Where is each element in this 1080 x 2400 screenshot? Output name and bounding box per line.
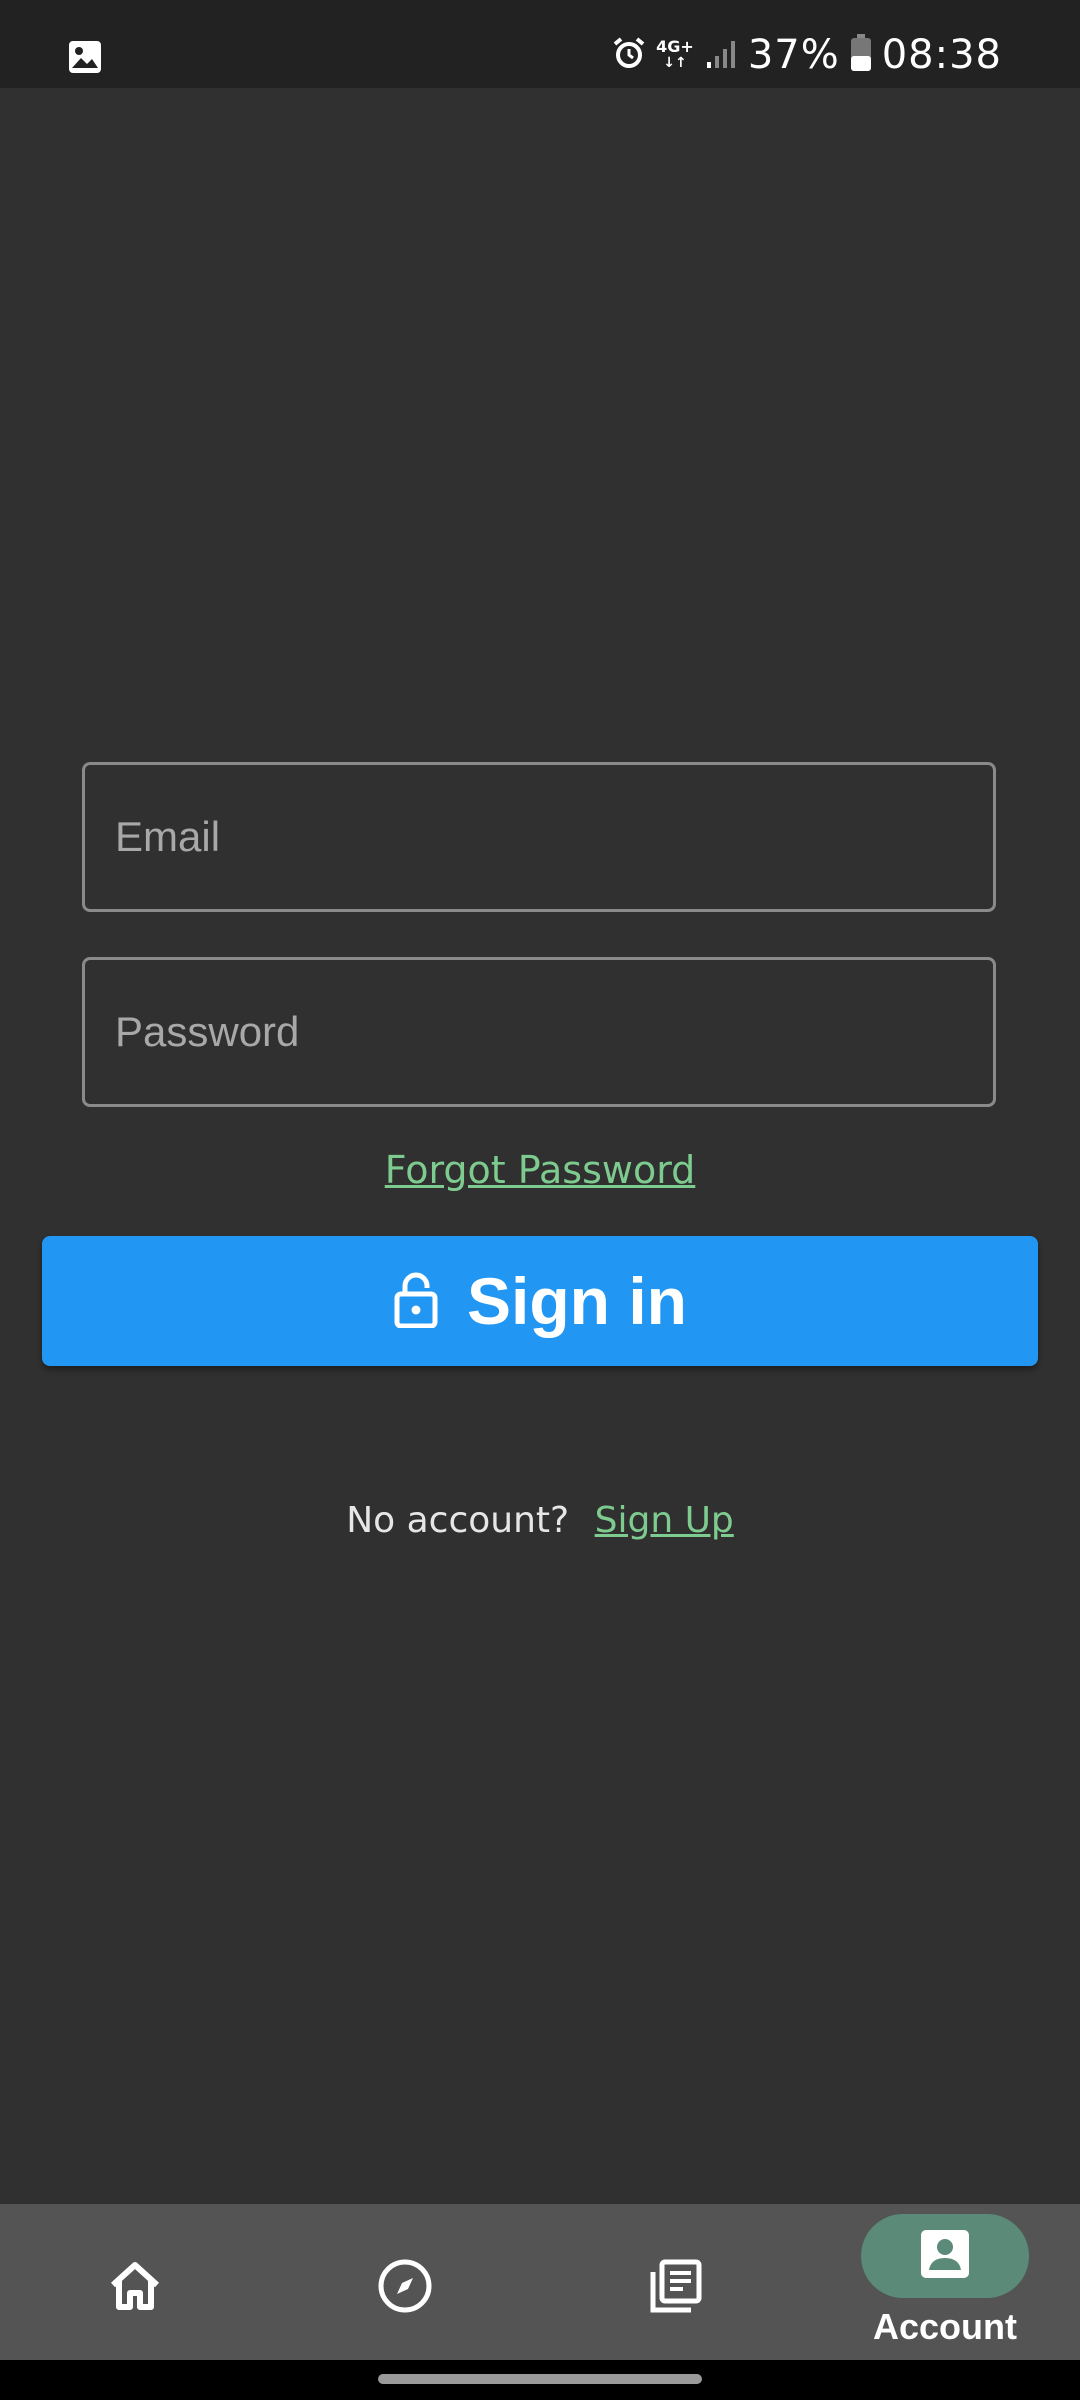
clock: 08:38 bbox=[881, 32, 1002, 78]
signup-row: No account? Sign Up bbox=[0, 1500, 1080, 1541]
status-icons: 4G+ ↓↑ 37% 08:38 bbox=[612, 30, 1002, 80]
email-field[interactable] bbox=[82, 762, 996, 912]
nav-account[interactable]: Account bbox=[810, 2204, 1080, 2360]
sign-up-link[interactable]: Sign Up bbox=[595, 1500, 734, 1541]
no-account-text: No account? bbox=[346, 1500, 570, 1541]
password-field[interactable] bbox=[82, 957, 996, 1107]
sign-in-label: Sign in bbox=[467, 1264, 687, 1338]
network-icon: 4G+ ↓↑ bbox=[656, 37, 694, 72]
password-input[interactable] bbox=[85, 960, 993, 1104]
nav-account-label: Account bbox=[873, 2306, 1017, 2347]
home-icon bbox=[105, 2256, 165, 2316]
email-input[interactable] bbox=[85, 765, 993, 909]
status-bar: 4G+ ↓↑ 37% 08:38 bbox=[0, 0, 1080, 88]
nav-library[interactable] bbox=[540, 2204, 810, 2360]
battery-percent: 37% bbox=[747, 32, 840, 78]
nav-home[interactable] bbox=[0, 2204, 270, 2360]
forgot-password-link[interactable]: Forgot Password bbox=[0, 1148, 1080, 1192]
gesture-bar bbox=[0, 2360, 1080, 2400]
compass-icon bbox=[375, 2256, 435, 2316]
bottom-navigation: Account bbox=[0, 2204, 1080, 2360]
lock-open-icon bbox=[393, 1272, 439, 1331]
battery-icon bbox=[850, 33, 872, 77]
nav-explore[interactable] bbox=[270, 2204, 540, 2360]
screen: 4G+ ↓↑ 37% 08:38 Email Forgot Password S… bbox=[0, 0, 1080, 2400]
gallery-notification-icon bbox=[68, 40, 102, 79]
signal-icon bbox=[704, 36, 738, 75]
sign-in-button[interactable]: Sign in bbox=[42, 1236, 1038, 1366]
account-selected-pill bbox=[861, 2214, 1029, 2298]
library-icon bbox=[645, 2256, 705, 2316]
account-icon bbox=[919, 2228, 971, 2285]
home-gesture-handle[interactable] bbox=[378, 2374, 702, 2384]
network-type: 4G+ bbox=[656, 37, 694, 56]
alarm-icon bbox=[612, 36, 646, 75]
